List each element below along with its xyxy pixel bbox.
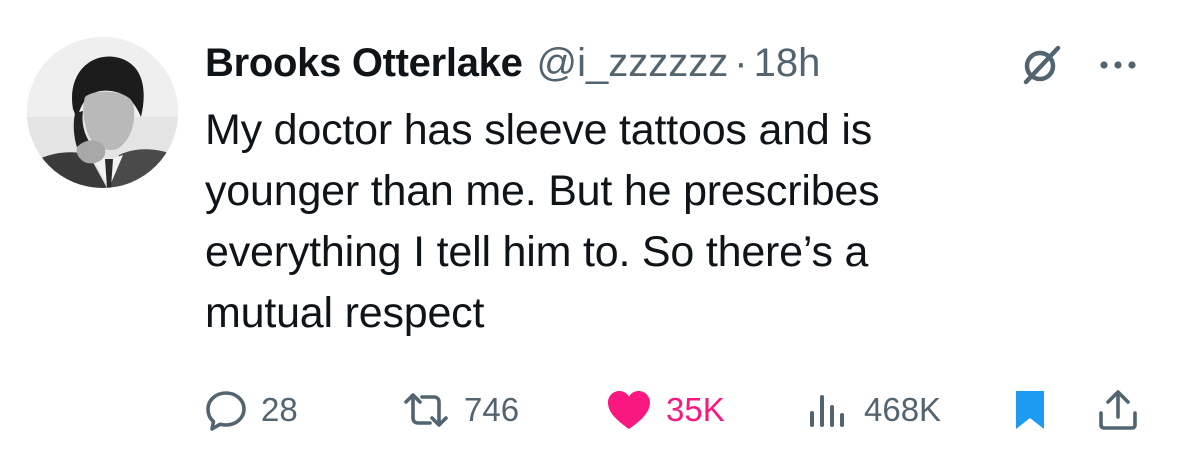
avatar-photo — [27, 37, 178, 188]
tweet-text: My doctor has sleeve tattoos and is youn… — [205, 106, 880, 337]
bookmark-icon — [1010, 387, 1050, 433]
user-handle[interactable]: @i_zzzzzz — [537, 38, 729, 88]
tweet[interactable]: Brooks Otterlake @i_zzzzzz · 18h My doct… — [0, 0, 1179, 460]
action-bar: 28 746 35K 468K — [0, 380, 1179, 440]
views-count: 468K — [864, 391, 942, 428]
separator-dot: · — [734, 41, 748, 85]
share-icon — [1095, 387, 1141, 433]
repost-icon — [400, 387, 452, 433]
timestamp[interactable]: 18h — [754, 38, 821, 88]
display-name[interactable]: Brooks Otterlake — [205, 38, 523, 88]
tweet-header: Brooks Otterlake @i_zzzzzz · 18h — [205, 38, 820, 88]
bookmark-button[interactable] — [1010, 380, 1050, 440]
grok-icon[interactable] — [1020, 44, 1062, 86]
views-button[interactable]: 468K — [804, 380, 941, 440]
more-icon[interactable] — [1093, 44, 1143, 86]
reply-count: 28 — [261, 391, 298, 428]
share-button[interactable] — [1095, 380, 1141, 440]
avatar[interactable] — [27, 37, 178, 188]
repost-count: 746 — [464, 391, 520, 428]
views-icon — [804, 387, 852, 433]
reply-button[interactable]: 28 — [203, 380, 298, 440]
like-button[interactable]: 35K — [604, 380, 725, 440]
heart-icon — [604, 387, 654, 433]
reply-icon — [203, 387, 249, 433]
repost-button[interactable]: 746 — [400, 380, 519, 440]
like-count: 35K — [666, 391, 725, 428]
